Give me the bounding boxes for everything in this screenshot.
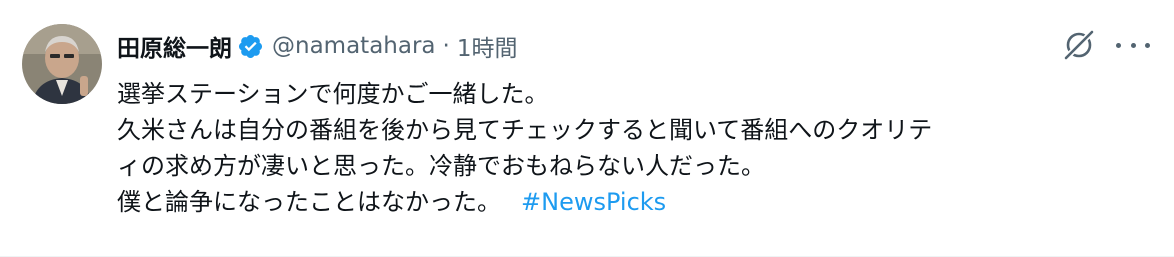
tweet-text-line: ィの求め方が凄いと思った。冷静でおもねらない人だった。 [117,152,765,180]
tweet-text-line: 選挙ステーションで何度かご一緒した。 [117,80,549,108]
tweet-card[interactable]: 田原総一朗 @namatahara · 1時間 選挙ステーションで何度かご一緒し… [0,0,1174,257]
tweet-text-line-last: 僕と論争になったことはなかった。 #NewsPicks [117,184,1157,220]
more-dot [1130,42,1136,48]
more-dot [1145,42,1150,48]
more-options-icon[interactable] [1116,31,1150,59]
more-dot [1116,42,1121,48]
verified-badge-icon [237,33,264,60]
display-name[interactable]: 田原総一朗 [117,29,232,63]
timestamp[interactable]: 1時間 [457,29,518,63]
hashtag-link[interactable]: #NewsPicks [521,188,666,216]
tweet-header: 田原総一朗 @namatahara · 1時間 [117,28,517,64]
grok-icon[interactable] [1062,28,1096,62]
tweet-text: 選挙ステーションで何度かご一緒した。 久米さんは自分の番組を後から見てチェックす… [117,76,1157,220]
tweet-text-segment: 僕と論争になったことはなかった。 [117,188,501,216]
avatar[interactable] [22,24,102,104]
user-handle[interactable]: @namatahara [272,33,436,59]
tweet-text-line: 久米さんは自分の番組を後から見てチェックすると聞いて番組へのクオリテ [117,116,933,144]
separator-dot: · [442,33,450,59]
avatar-photo [22,24,102,104]
